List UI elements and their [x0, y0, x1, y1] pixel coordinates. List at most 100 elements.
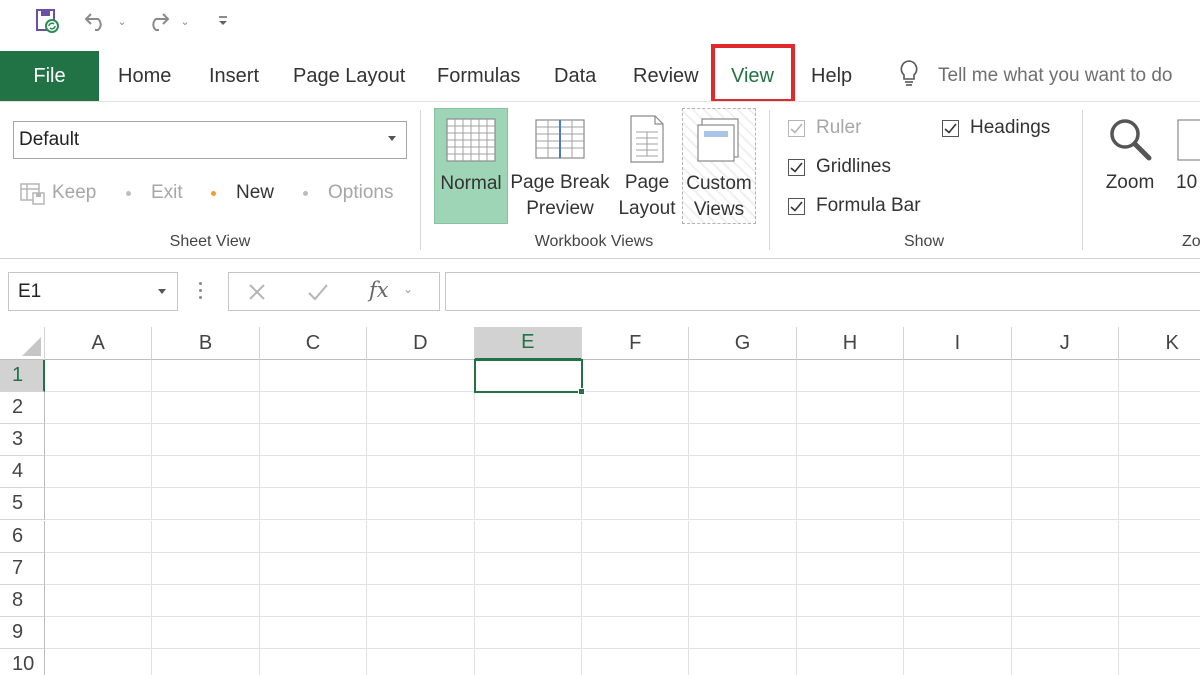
zoom-button[interactable]: Zoom — [1098, 108, 1162, 224]
customize-qat-icon[interactable] — [214, 6, 232, 36]
cell-b9[interactable] — [152, 616, 260, 649]
tab-home[interactable]: Home — [118, 51, 171, 101]
cell-k8[interactable] — [1119, 585, 1200, 617]
cell-h1[interactable] — [796, 360, 905, 393]
cell-i5[interactable] — [904, 488, 1012, 521]
tab-data[interactable]: Data — [554, 51, 596, 101]
cell-g7[interactable] — [689, 552, 797, 585]
cell-i8[interactable] — [904, 584, 1012, 617]
cell-a4[interactable] — [45, 456, 153, 489]
tab-review[interactable]: Review — [633, 51, 699, 101]
cell-d1[interactable] — [367, 360, 475, 393]
cell-j10[interactable] — [1012, 648, 1119, 675]
cell-a2[interactable] — [45, 392, 153, 425]
cell-j9[interactable] — [1011, 616, 1119, 649]
cell-f7[interactable] — [582, 552, 690, 585]
cell-f3[interactable] — [582, 424, 690, 457]
cell-f4[interactable] — [582, 456, 690, 489]
cell-k1[interactable] — [1119, 360, 1200, 393]
cell-c9[interactable] — [259, 616, 368, 649]
cell-a10[interactable] — [45, 648, 153, 675]
headings-checkbox[interactable]: Headings — [942, 114, 1050, 142]
cell-a8[interactable] — [45, 584, 153, 617]
cell-j6[interactable] — [1011, 520, 1119, 553]
cell-e6[interactable] — [474, 520, 582, 553]
cell-b2[interactable] — [152, 392, 260, 425]
cell-e2[interactable] — [474, 392, 582, 425]
enter-icon[interactable] — [307, 282, 329, 307]
cell-k7[interactable] — [1119, 553, 1200, 585]
cell-f5[interactable] — [582, 488, 690, 521]
cell-d9[interactable] — [367, 616, 475, 649]
cell-b10[interactable] — [152, 648, 260, 675]
zoom-100-button[interactable]: 10 — [1172, 108, 1200, 224]
cell-h8[interactable] — [796, 584, 905, 617]
tab-help[interactable]: Help — [811, 51, 852, 101]
cell-j4[interactable] — [1011, 456, 1119, 489]
cell-a3[interactable] — [45, 424, 153, 457]
cell-j5[interactable] — [1011, 488, 1119, 521]
cell-f6[interactable] — [582, 520, 690, 553]
column-header-j[interactable]: J — [1011, 327, 1119, 360]
cell-i7[interactable] — [904, 552, 1012, 585]
redo-dropdown-chevron-icon[interactable]: ⌄ — [177, 6, 193, 36]
column-header-k[interactable]: K — [1119, 327, 1200, 360]
cell-j3[interactable] — [1011, 424, 1119, 457]
exit-button[interactable]: Exit — [126, 178, 183, 208]
cell-c4[interactable] — [259, 456, 368, 489]
cell-h2[interactable] — [796, 392, 905, 425]
row-header-6[interactable]: 6 — [0, 520, 45, 553]
gridlines-checkbox[interactable]: Gridlines — [788, 153, 891, 181]
cell-c6[interactable] — [259, 520, 368, 553]
cell-d7[interactable] — [367, 552, 475, 585]
cell-k9[interactable] — [1119, 617, 1200, 649]
column-header-e[interactable]: E — [474, 327, 582, 360]
cell-a5[interactable] — [45, 488, 153, 521]
resize-handle-icon[interactable] — [199, 282, 202, 299]
cell-b3[interactable] — [152, 424, 260, 457]
cell-h5[interactable] — [796, 488, 905, 521]
cell-c3[interactable] — [259, 424, 368, 457]
column-header-c[interactable]: C — [259, 327, 368, 360]
cell-k3[interactable] — [1119, 424, 1200, 457]
cell-g2[interactable] — [689, 392, 797, 425]
cell-a1[interactable] — [45, 360, 153, 393]
cell-d6[interactable] — [367, 520, 475, 553]
new-button[interactable]: New — [211, 178, 274, 208]
cell-a9[interactable] — [45, 616, 153, 649]
normal-view-button[interactable]: Normal — [434, 108, 508, 224]
cell-i10[interactable] — [904, 648, 1012, 675]
cell-g9[interactable] — [689, 616, 797, 649]
formula-bar-checkbox[interactable]: Formula Bar — [788, 192, 921, 220]
cell-f10[interactable] — [582, 648, 690, 675]
column-header-i[interactable]: I — [904, 327, 1012, 360]
column-header-b[interactable]: B — [152, 327, 260, 360]
cell-f9[interactable] — [582, 616, 690, 649]
cell-j8[interactable] — [1011, 584, 1119, 617]
cell-h4[interactable] — [796, 456, 905, 489]
formula-input[interactable] — [445, 272, 1200, 311]
tab-page-layout[interactable]: Page Layout — [293, 51, 405, 101]
cell-h9[interactable] — [796, 616, 905, 649]
cell-k2[interactable] — [1119, 392, 1200, 425]
tab-insert[interactable]: Insert — [209, 51, 259, 101]
cell-f1[interactable] — [582, 360, 690, 393]
cell-d8[interactable] — [367, 584, 475, 617]
row-header-1[interactable]: 1 — [0, 360, 45, 393]
tab-formulas[interactable]: Formulas — [437, 51, 520, 101]
insert-function-icon[interactable]: fx — [369, 278, 389, 302]
column-header-f[interactable]: F — [582, 327, 690, 360]
cell-d2[interactable] — [367, 392, 475, 425]
cell-f2[interactable] — [582, 392, 690, 425]
cell-i3[interactable] — [904, 424, 1012, 457]
cell-d4[interactable] — [367, 456, 475, 489]
sheet-view-dropdown[interactable]: Default — [13, 121, 407, 159]
cell-c5[interactable] — [259, 488, 368, 521]
cell-j2[interactable] — [1011, 392, 1119, 425]
cell-h10[interactable] — [797, 648, 905, 675]
cell-d5[interactable] — [367, 488, 475, 521]
cell-k6[interactable] — [1119, 521, 1200, 553]
cell-g5[interactable] — [689, 488, 797, 521]
cell-h6[interactable] — [796, 520, 905, 553]
column-header-a[interactable]: A — [45, 327, 153, 360]
